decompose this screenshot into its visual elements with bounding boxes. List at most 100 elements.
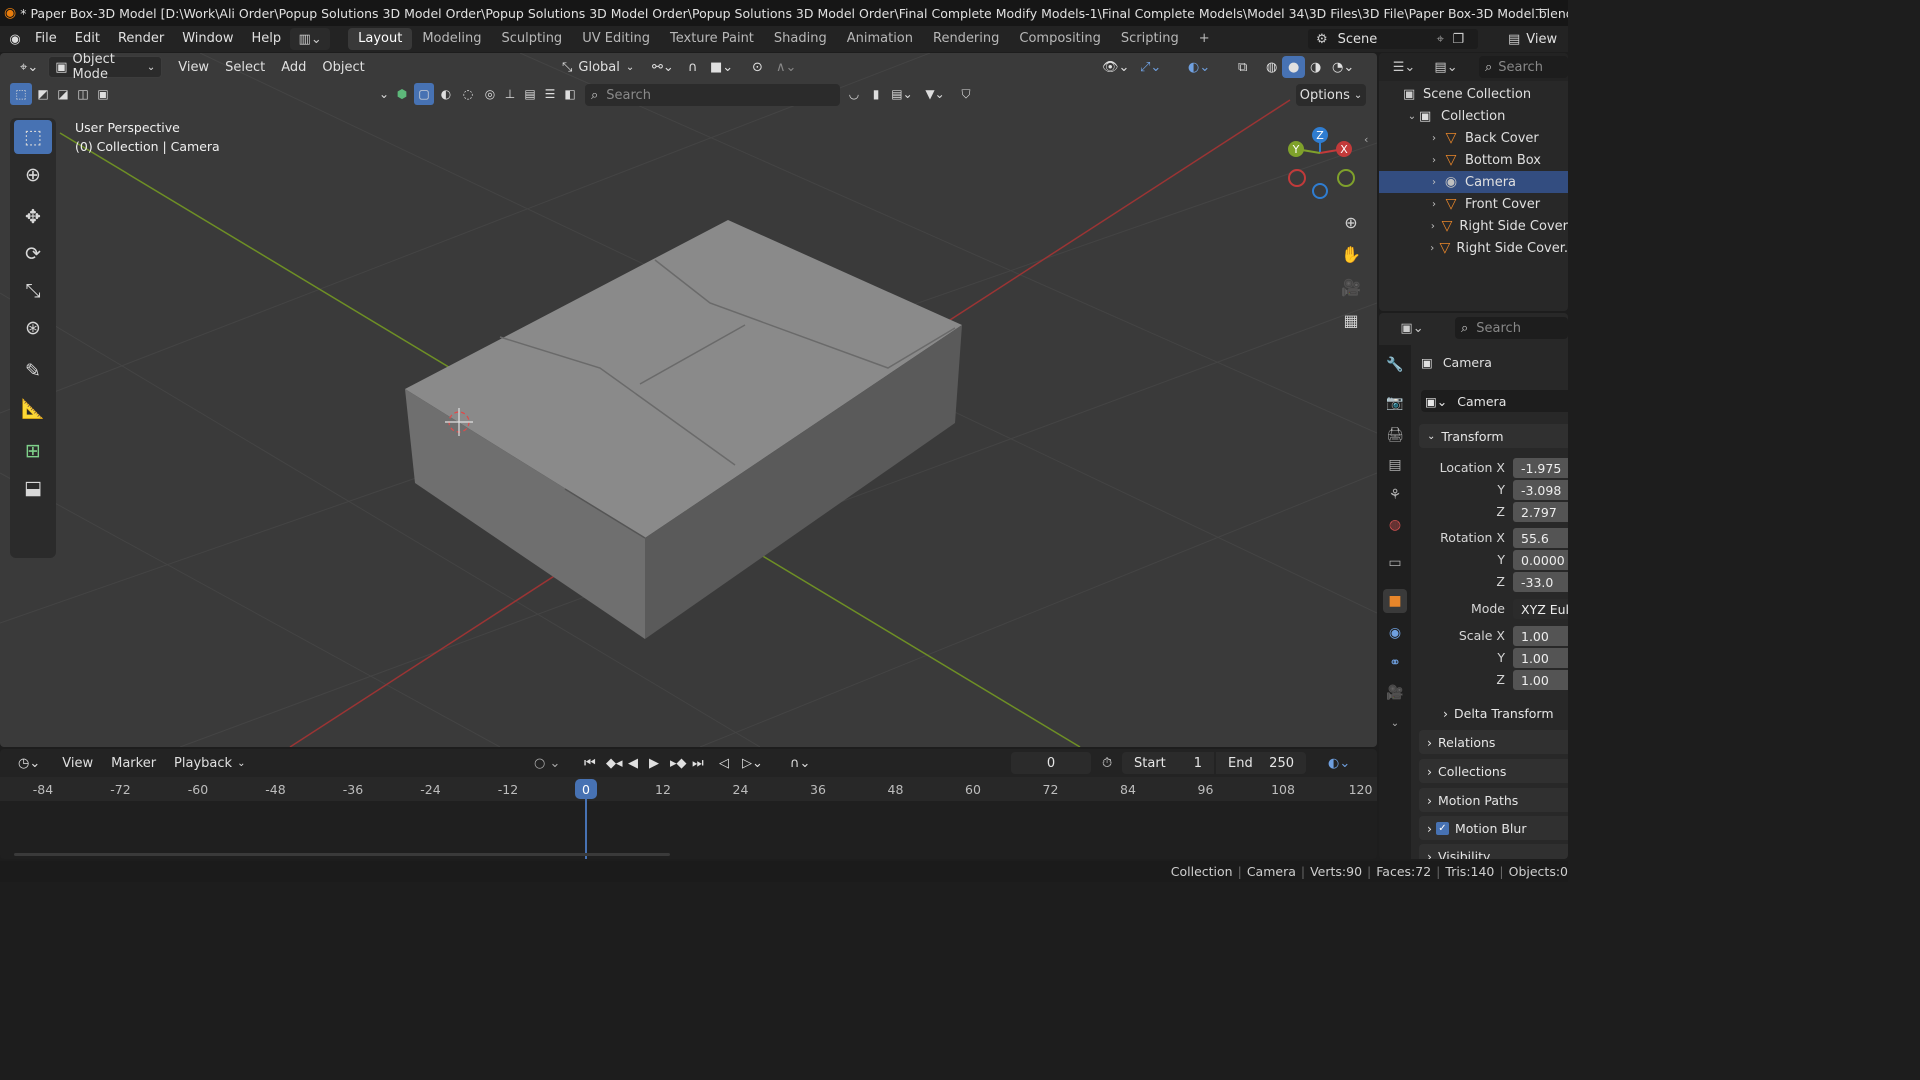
camera-data-tab-icon[interactable]: 🎥 <box>1383 681 1407 705</box>
editor-type-icon[interactable]: ⌖⌄ <box>14 56 44 78</box>
tool-tab-icon[interactable]: 🔧 <box>1383 353 1407 377</box>
ortho-grid-icon[interactable]: ▦ <box>1337 306 1365 334</box>
outliner-item-back-cover[interactable]: › ▽ Back Cover <box>1379 127 1568 149</box>
timeline-scrollbar[interactable] <box>14 853 670 856</box>
solid-shading-icon[interactable]: ● <box>1282 56 1306 78</box>
cursor-tool-icon[interactable]: ⊕ <box>14 158 52 192</box>
location-z-field[interactable]: 2.797 <box>1513 502 1568 522</box>
physics-tab-icon[interactable]: ◉ <box>1383 621 1407 645</box>
paper-box-model[interactable] <box>405 220 962 639</box>
relations-panel[interactable]: › Relations <box>1419 730 1568 754</box>
world-tab-icon[interactable]: ◍ <box>1383 513 1407 537</box>
view-layer-tab-icon[interactable]: ▤ <box>1383 453 1407 477</box>
filter-meta-icon[interactable]: ◎ <box>480 83 500 105</box>
rotation-x-field[interactable]: 55.6 <box>1513 528 1568 548</box>
scale-z-field[interactable]: 1.00 <box>1513 670 1568 690</box>
rendered-shading-icon[interactable]: ◔⌄ <box>1326 56 1360 78</box>
motion-blur-panel[interactable]: › ✓ Motion Blur <box>1419 816 1568 840</box>
chevron-right-icon[interactable]: › <box>1427 243 1437 254</box>
timeline-editor[interactable]: ◷⌄ View Marker Playback ⌄ ○ ⌄ ⏮ ◆◂ ◀ ▶ ▸… <box>0 749 1377 859</box>
tab-modeling[interactable]: Modeling <box>412 28 491 50</box>
motion-paths-panel[interactable]: › Motion Paths <box>1419 788 1568 812</box>
timeline-menu-view[interactable]: View <box>56 752 99 774</box>
tab-animation[interactable]: Animation <box>837 28 923 50</box>
chevron-right-icon[interactable]: › <box>1427 221 1439 232</box>
bookmark-icon[interactable]: ▮ <box>866 83 886 105</box>
filter-all-icon[interactable]: ⬢ <box>392 83 412 105</box>
move-tool-icon[interactable]: ✥ <box>14 200 52 234</box>
filter-curve-icon[interactable]: ◐ <box>436 83 456 105</box>
menu-render[interactable]: Render <box>109 26 173 52</box>
outliner-item-front-cover[interactable]: › ▽ Front Cover <box>1379 193 1568 215</box>
render-tab-icon[interactable]: 📷 <box>1383 391 1407 415</box>
view-options-icon[interactable]: ▤⌄ <box>888 83 916 105</box>
snap-icon[interactable]: ∩ <box>682 56 704 78</box>
tab-texture-paint[interactable]: Texture Paint <box>660 28 764 50</box>
pan-hand-icon[interactable]: ✋ <box>1337 240 1365 268</box>
end-frame-field[interactable]: End 250 <box>1216 752 1306 774</box>
outliner-search-input[interactable]: ⌕ Search <box>1479 56 1568 78</box>
outliner-scene-collection[interactable]: ▣ Scene Collection <box>1379 83 1568 105</box>
menu-select[interactable]: Select <box>219 56 271 78</box>
properties-editor-type-icon[interactable]: ▣⌄ <box>1397 317 1427 339</box>
chevron-right-icon[interactable]: › <box>1427 177 1441 188</box>
outliner-item-right-side-cover-2[interactable]: › ▽ Right Side Cover. <box>1379 237 1568 259</box>
options-dropdown[interactable]: Options ⌄ <box>1296 84 1366 106</box>
jump-end-icon[interactable]: ⏭ <box>686 752 710 774</box>
timeline-menu-playback[interactable]: Playback ⌄ <box>168 752 251 774</box>
navigation-gizmo[interactable]: Z X Y <box>1282 123 1362 203</box>
motion-blur-checkbox[interactable]: ✓ <box>1436 821 1449 835</box>
overlay-toggle-icon[interactable]: ◐⌄ <box>1182 56 1216 78</box>
filter-surface-icon[interactable]: ◌ <box>458 83 478 105</box>
next-marker-icon[interactable]: ▷⌄ <box>736 752 769 774</box>
wireframe-shading-icon[interactable]: ◍ <box>1260 56 1283 78</box>
filter-collapse-icon[interactable]: ⌄ <box>376 83 392 105</box>
frame-ruler[interactable]: -84 -72 -60 -48 -36 -24 -12 12 24 36 48 60 72 84 96 108… <box>0 777 1377 801</box>
tab-scripting[interactable]: Scripting <box>1111 28 1189 50</box>
material-shading-icon[interactable]: ◑ <box>1304 56 1327 78</box>
select-intersect-icon[interactable]: ▣ <box>92 83 114 105</box>
select-new-icon[interactable]: ⬚ <box>10 83 32 105</box>
chevron-down-icon[interactable]: ⌄ <box>1405 111 1419 122</box>
tab-uv-editing[interactable]: UV Editing <box>572 28 660 50</box>
blender-menu-icon[interactable]: ◉ <box>4 28 26 50</box>
select-invert-icon[interactable]: ◫ <box>72 83 94 105</box>
minimize-button[interactable]: — <box>1535 2 1548 17</box>
filter-armature-icon[interactable]: ⊥ <box>500 83 520 105</box>
mode-selector[interactable]: ▣ Object Mode ⌄ <box>48 53 163 82</box>
scene-selector[interactable]: ⚙ Scene ⌖ ❐ <box>1308 29 1478 49</box>
jump-start-icon[interactable]: ⏮ <box>578 752 602 774</box>
visibility-panel[interactable]: › Visibility <box>1419 844 1568 859</box>
outliner-editor-type-icon[interactable]: ☰⌄ <box>1389 56 1419 78</box>
visibility-icon[interactable]: 👁⌄ <box>1096 56 1135 78</box>
snap-target-icon[interactable]: ■⌄ <box>704 56 739 78</box>
editor-type-icon[interactable]: ▥⌄ <box>290 28 331 50</box>
view-layer-selector[interactable]: ▤ View <box>1508 29 1568 49</box>
tab-layout[interactable]: Layout <box>348 28 413 50</box>
constraints-tab-icon[interactable]: ⚭ <box>1383 651 1407 675</box>
timeline-overlay-icon[interactable]: ◐⌄ <box>1322 752 1356 774</box>
playhead-indicator[interactable]: 0 <box>575 779 597 799</box>
transform-tool-icon[interactable]: ⊛ <box>14 311 52 345</box>
proportional-edit-icon[interactable]: ⊙ <box>746 56 769 78</box>
tab-compositing[interactable]: Compositing <box>1009 28 1111 50</box>
more-tabs-icon[interactable]: ⌄ <box>1383 711 1407 735</box>
filter-light-icon[interactable]: ◧ <box>560 83 580 105</box>
pin-icon[interactable]: ⌖ <box>1437 32 1444 47</box>
properties-search-input[interactable]: ⌕ Search <box>1455 317 1568 339</box>
scale-x-field[interactable]: 1.00 <box>1513 626 1568 646</box>
rotation-z-field[interactable]: -33.0 <box>1513 572 1568 592</box>
rotation-mode-select[interactable]: XYZ Eule <box>1513 599 1568 619</box>
location-y-field[interactable]: -3.098 <box>1513 480 1568 500</box>
shield-icon[interactable]: ⛉ <box>956 83 976 105</box>
pivot-icon[interactable]: ⚯⌄ <box>646 56 680 78</box>
collections-panel[interactable]: › Collections <box>1419 759 1568 783</box>
measure-tool-icon[interactable]: 📐 <box>14 391 52 425</box>
prev-marker-icon[interactable]: ◁ <box>713 752 735 774</box>
collapse-icon[interactable]: ◡ <box>844 83 864 105</box>
rotate-tool-icon[interactable]: ⟳ <box>14 237 52 271</box>
gizmo-toggle-icon[interactable]: ⤢⌄ <box>1134 56 1167 78</box>
scale-tool-icon[interactable]: ⤡ <box>14 274 52 308</box>
play-icon[interactable]: ▶ <box>643 752 665 774</box>
menu-edit[interactable]: Edit <box>66 26 109 52</box>
